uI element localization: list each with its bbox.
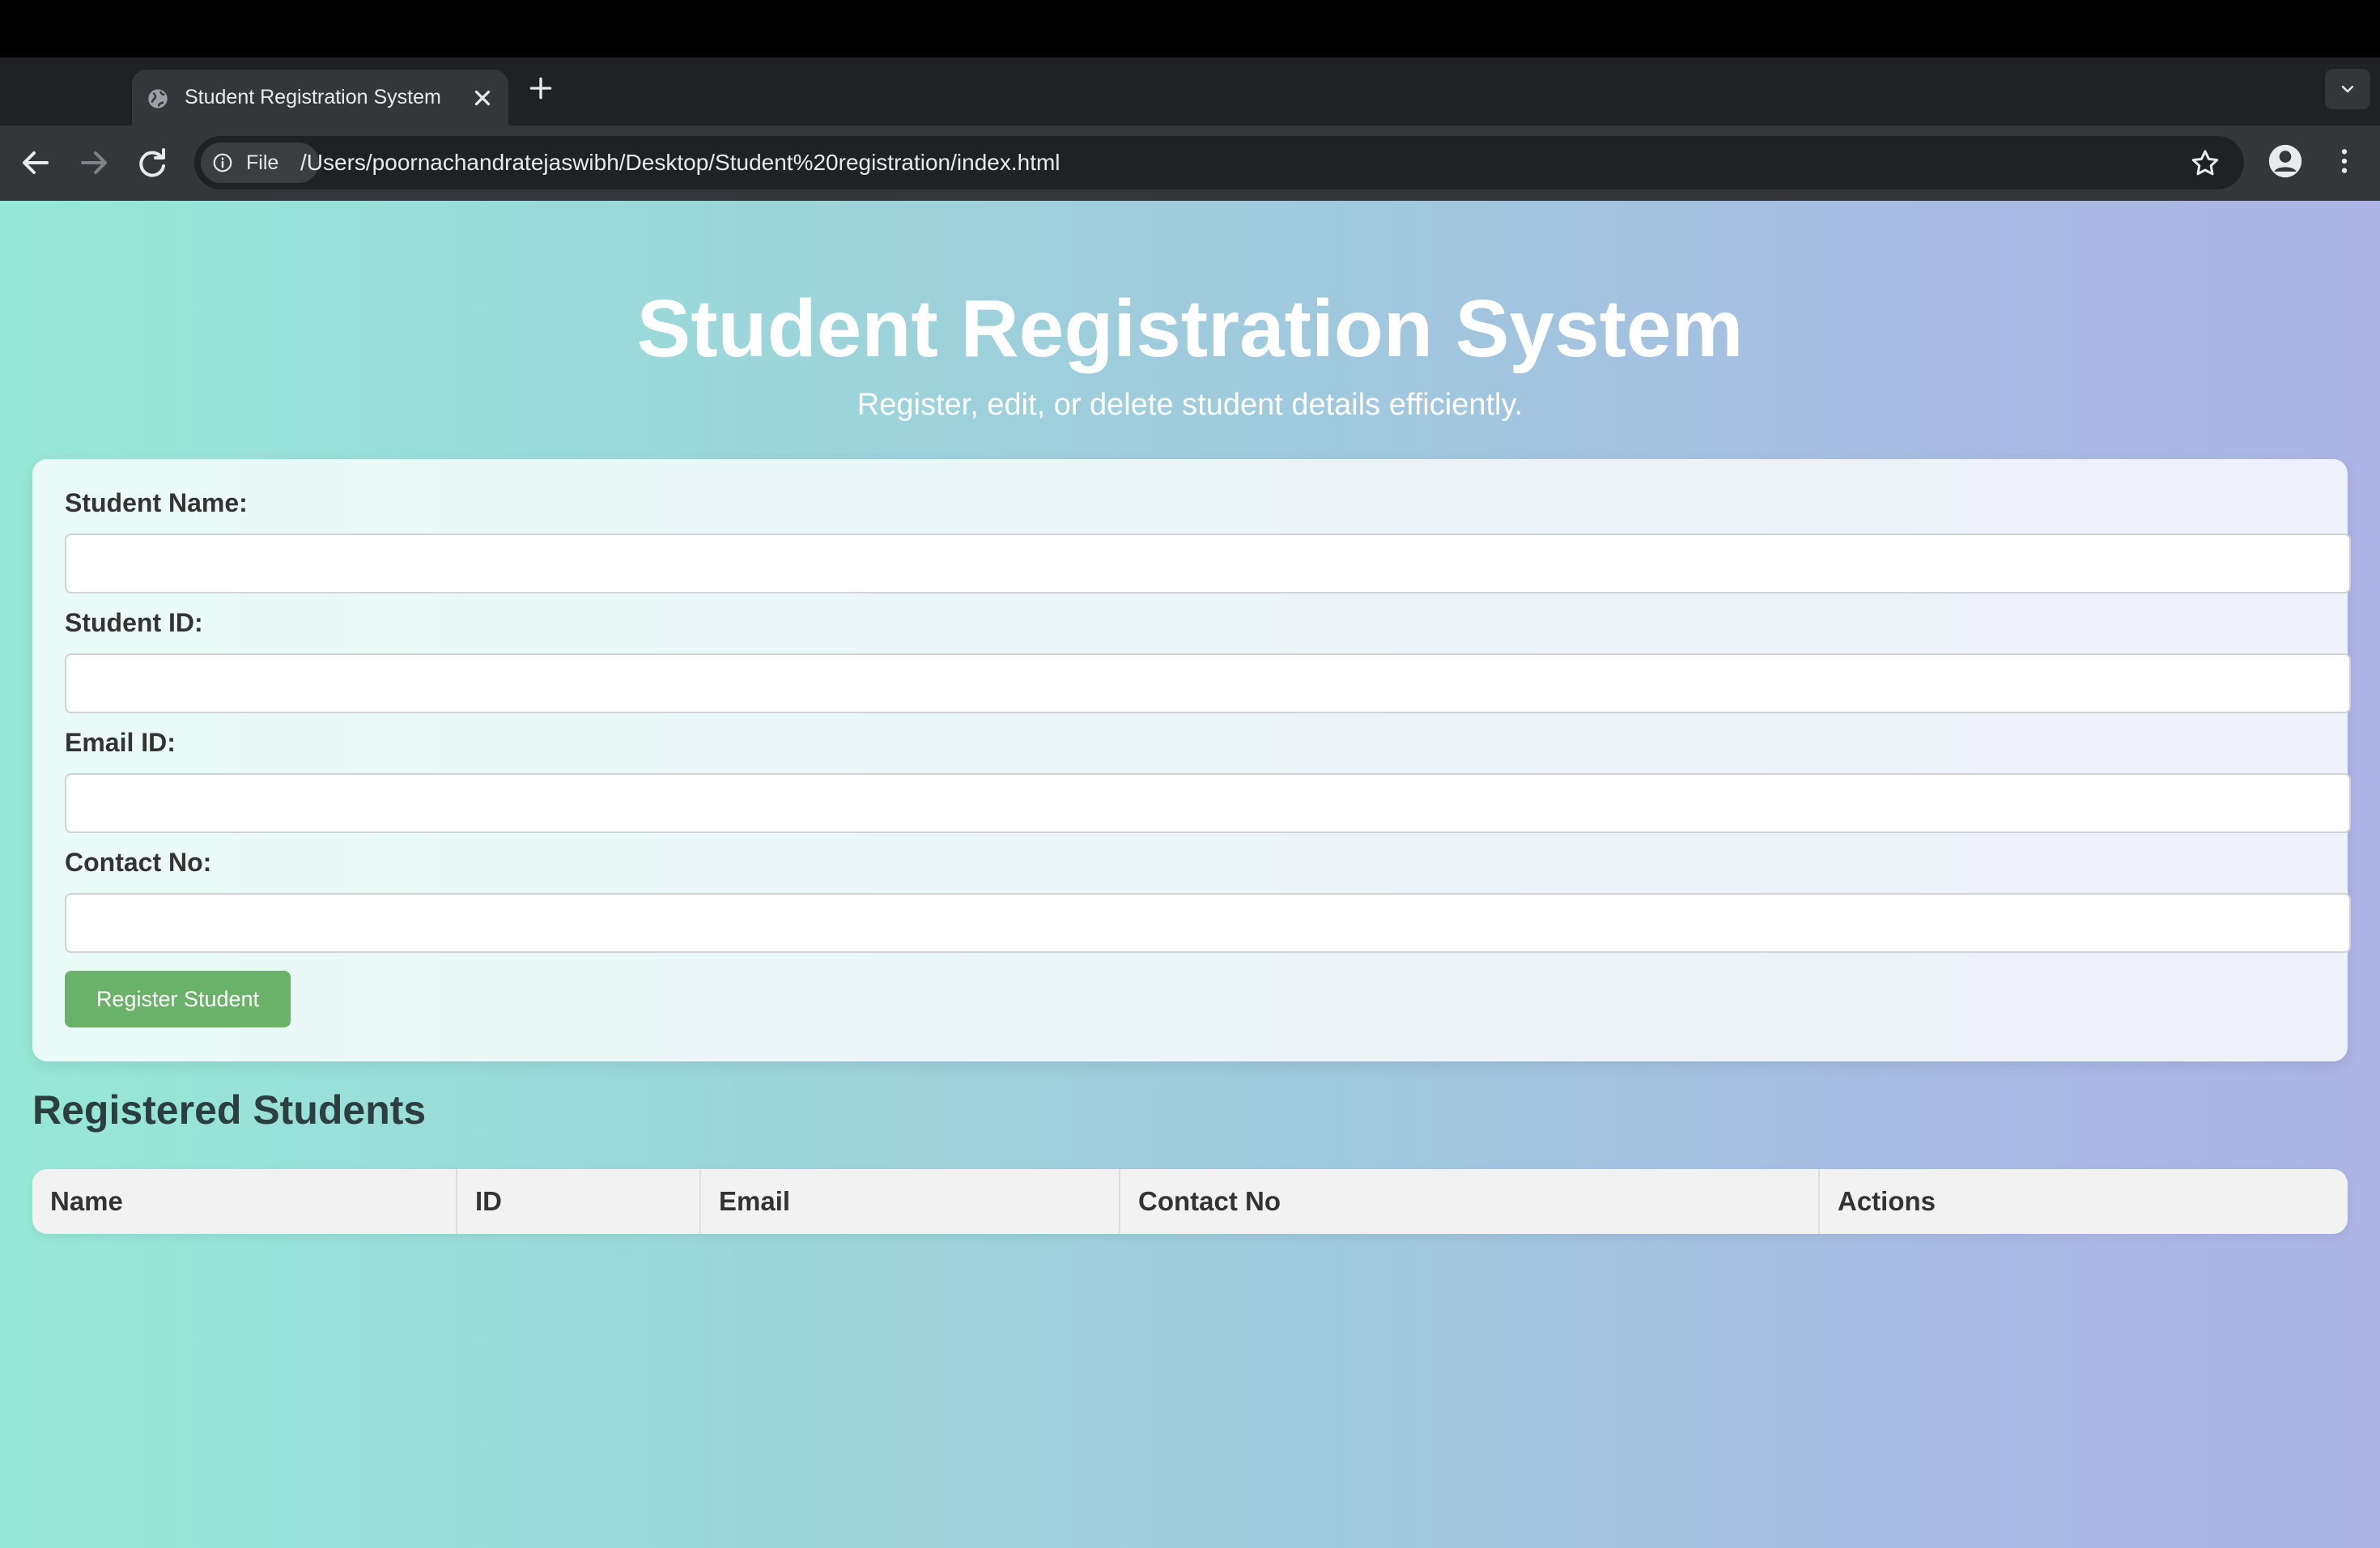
forward-arrow-icon[interactable] xyxy=(74,143,113,182)
profile-icon[interactable] xyxy=(2267,143,2303,179)
column-header-name: Name xyxy=(32,1169,457,1234)
student-name-label: Student Name: xyxy=(65,488,248,517)
students-table: Name ID Email Contact No Actions xyxy=(32,1169,2348,1234)
student-id-label: Student ID: xyxy=(65,608,203,637)
browser-tab-strip: Student Registration System xyxy=(0,57,2380,125)
info-icon xyxy=(213,153,232,172)
registration-form: Student Name: Student ID: Email ID: Cont… xyxy=(32,459,2351,1061)
tab-search-button[interactable] xyxy=(2325,69,2370,109)
address-bar[interactable]: File /Users/poornachandratejaswibh/Deskt… xyxy=(194,136,2244,189)
tab-title: Student Registration System xyxy=(185,86,441,108)
file-chip-label: File xyxy=(246,151,279,174)
student-name-input[interactable] xyxy=(65,534,2351,593)
register-student-button[interactable]: Register Student xyxy=(65,971,291,1027)
page-subtitle: Register, edit, or delete student detail… xyxy=(856,388,1524,422)
registered-students-title: Registered Students xyxy=(32,1087,427,1133)
globe-icon xyxy=(148,89,168,108)
student-id-input[interactable] xyxy=(65,653,2351,713)
email-input[interactable] xyxy=(65,773,2351,833)
reload-icon[interactable] xyxy=(133,143,172,182)
browser-toolbar: File /Users/poornachandratejaswibh/Deskt… xyxy=(0,125,2380,201)
column-header-actions: Actions xyxy=(1838,1186,1936,1216)
page-title: Student Registration System xyxy=(636,283,1744,374)
column-header-contact: Contact No xyxy=(1120,1169,1820,1234)
column-header-email: Email xyxy=(701,1169,1120,1234)
back-arrow-icon[interactable] xyxy=(16,143,55,182)
column-header-id: ID xyxy=(457,1169,701,1234)
bookmark-star-icon[interactable] xyxy=(2189,147,2221,180)
url-text[interactable]: /Users/poornachandratejaswibh/Desktop/St… xyxy=(300,136,1060,189)
page-viewport: Student Registration System Register, ed… xyxy=(0,201,2380,1548)
email-label: Email ID: xyxy=(65,728,176,757)
browser-tab[interactable]: Student Registration System xyxy=(132,70,508,125)
new-tab-icon[interactable] xyxy=(525,72,557,104)
contact-label: Contact No: xyxy=(65,848,212,877)
contact-input[interactable] xyxy=(65,893,2351,953)
close-icon[interactable] xyxy=(468,83,497,113)
chevron-down-icon xyxy=(2341,85,2354,93)
more-options-icon[interactable] xyxy=(2328,143,2361,179)
screen-top-bar xyxy=(0,0,2380,57)
